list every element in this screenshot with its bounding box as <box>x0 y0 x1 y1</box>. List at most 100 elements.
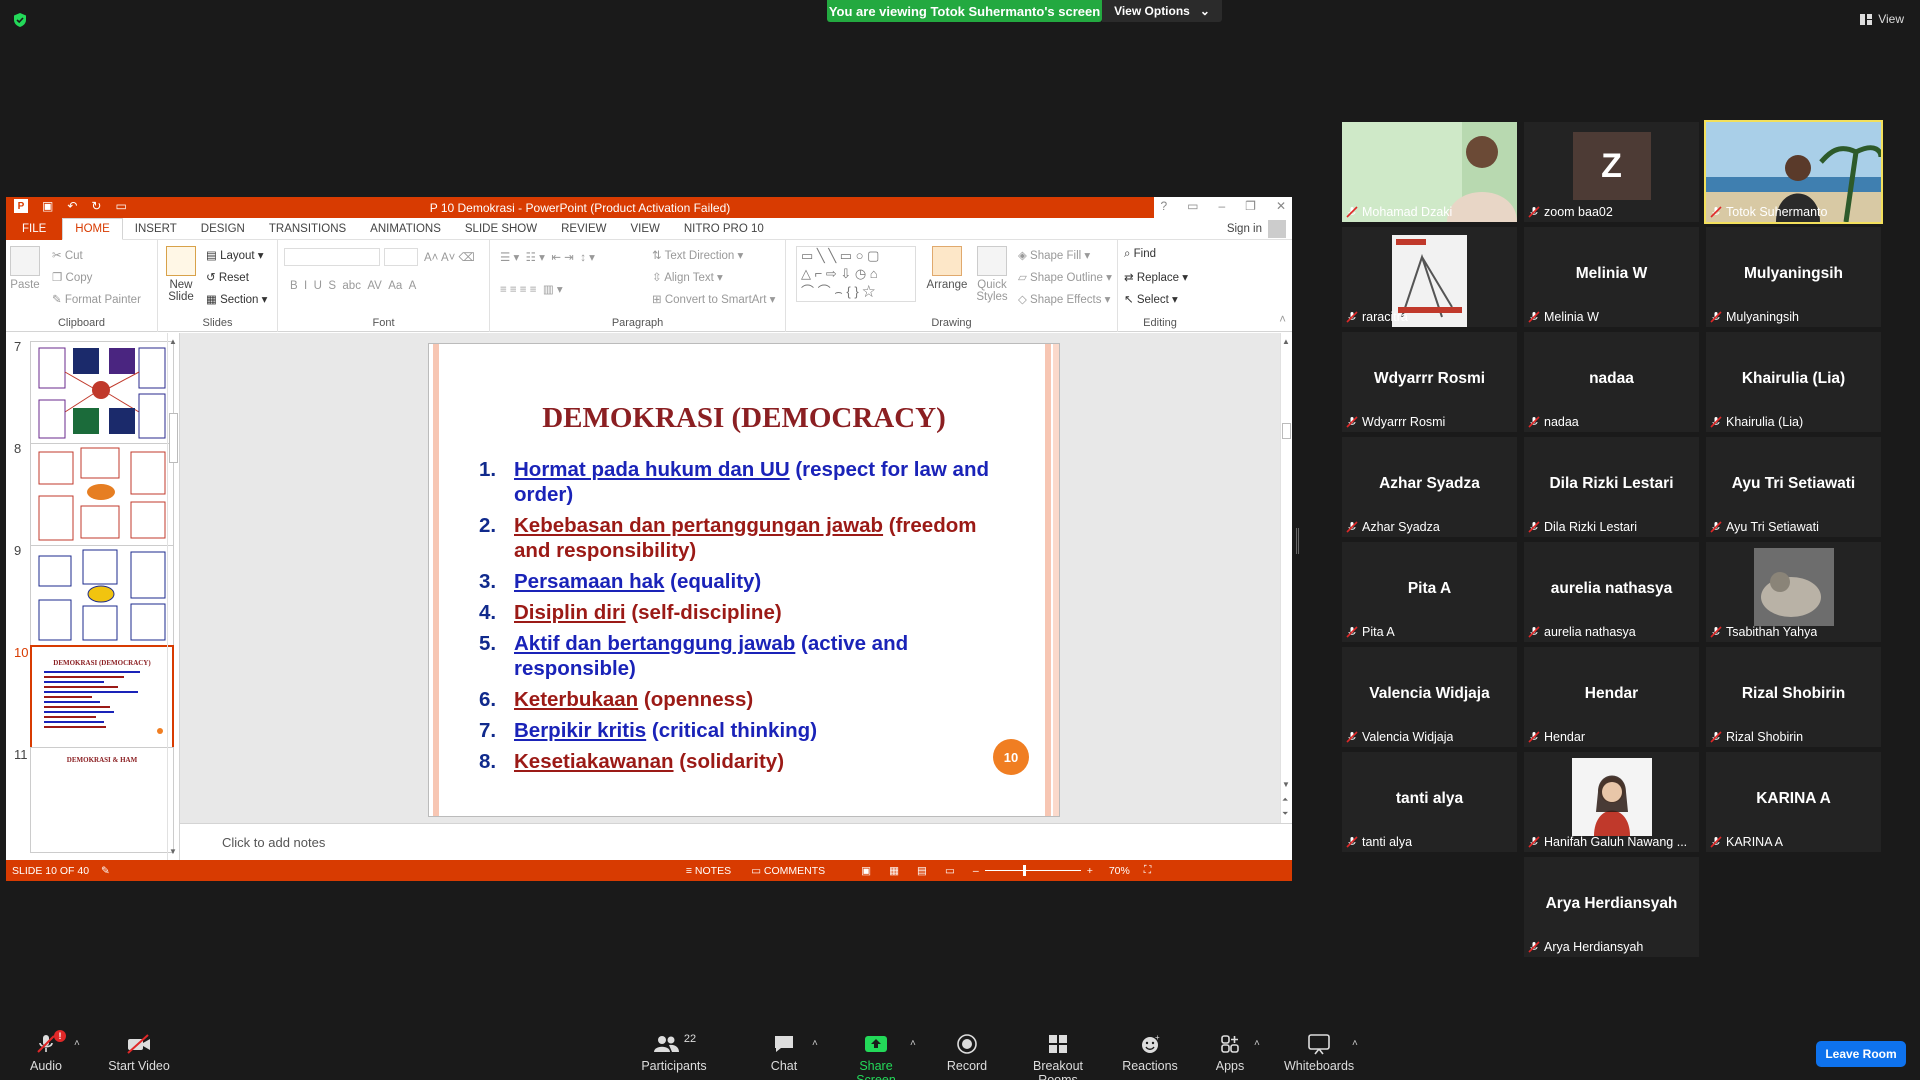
scroll-up-icon[interactable]: ▲ <box>1282 337 1290 346</box>
record-button[interactable]: Record <box>944 1032 990 1073</box>
save-icon[interactable]: ▣ <box>42 199 53 213</box>
thumbnails-scrollbar[interactable]: ▲ ▼ <box>167 333 179 860</box>
find-button[interactable]: ⌕ Find <box>1124 248 1156 261</box>
select-button[interactable]: ↖ Select ▾ <box>1124 292 1178 306</box>
font-format-icons[interactable]: B I U S abc AV Aa A <box>290 280 416 292</box>
comments-toggle[interactable]: ▭ COMMENTS <box>751 865 825 877</box>
format-painter-button[interactable]: ✎ Format Painter <box>52 292 141 306</box>
close-icon[interactable]: ✕ <box>1276 199 1286 213</box>
slideshow-icon[interactable]: ▭ <box>945 865 955 877</box>
chat-options-caret-icon[interactable]: ˄ <box>812 1038 818 1049</box>
participant-tile[interactable]: Pita A Pita A <box>1342 542 1517 642</box>
chat-button[interactable]: Chat <box>766 1032 802 1073</box>
participant-tile[interactable]: Valencia Widjaja Valencia Widjaja <box>1342 647 1517 747</box>
quick-styles-button[interactable]: Quick Styles <box>974 246 1010 303</box>
shapes-gallery[interactable]: ▭ ╲ ╲ ▭ ○ ▢ △ ⌐ ⇨ ⇩ ◷ ⌂ ⌒ ⌒ ⌢ { } ☆ <box>796 246 916 302</box>
participant-tile[interactable]: KARINA A KARINA A <box>1706 752 1881 852</box>
replace-button[interactable]: ⇄ Replace ▾ <box>1124 270 1188 284</box>
alignment-icons[interactable]: ≡ ≡ ≡ ≡ ▥ ▾ <box>500 282 563 296</box>
tab-animations[interactable]: ANIMATIONS <box>358 218 453 240</box>
scroll-down-icon[interactable]: ▼ <box>169 847 177 856</box>
shape-fill-button[interactable]: ◈ Shape Fill ▾ <box>1018 248 1090 262</box>
apps-button[interactable]: Apps <box>1212 1032 1248 1073</box>
reactions-button[interactable]: + Reactions <box>1122 1032 1178 1073</box>
leave-room-button[interactable]: Leave Room <box>1816 1041 1906 1067</box>
participant-tile[interactable]: nadaa nadaa <box>1524 332 1699 432</box>
view-options-button[interactable]: View Options ⌄ <box>1102 0 1222 22</box>
convert-smartart-button[interactable]: ⊞ Convert to SmartArt ▾ <box>652 292 775 306</box>
participant-tile[interactable]: Azhar Syadza Azhar Syadza <box>1342 437 1517 537</box>
tab-transitions[interactable]: TRANSITIONS <box>257 218 358 240</box>
notes-pane[interactable]: Click to add notes <box>180 823 1292 860</box>
tab-insert[interactable]: INSERT <box>123 218 189 240</box>
whiteboards-button[interactable]: Whiteboards <box>1284 1032 1354 1073</box>
redo-icon[interactable]: ↻ <box>91 199 101 213</box>
font-grow-shrink-icons[interactable]: A˄ A˅ ⌫ <box>424 250 475 264</box>
tab-file[interactable]: FILE <box>6 217 63 240</box>
tab-nitro-pro[interactable]: NITRO PRO 10 <box>672 218 776 240</box>
align-text-button[interactable]: ⇳ Align Text ▾ <box>652 270 723 284</box>
scroll-down-icon[interactable]: ▼ <box>1282 780 1290 789</box>
list-indent-icons[interactable]: ☰ ▾ ☷ ▾ ⇤ ⇥ ↕ ▾ <box>500 250 595 264</box>
shape-effects-button[interactable]: ◇ Shape Effects ▾ <box>1018 292 1110 306</box>
participant-tile[interactable]: Arya Herdiansyah Arya Herdiansyah <box>1524 857 1699 957</box>
next-slide-icon[interactable]: ⏷ <box>1282 809 1288 819</box>
section-button[interactable]: ▦ Section ▾ <box>206 292 267 306</box>
scroll-up-icon[interactable]: ▲ <box>169 337 177 346</box>
cut-button[interactable]: ✂ Cut <box>52 248 83 262</box>
participant-tile[interactable]: Khairulia (Lia) Khairulia (Lia) <box>1706 332 1881 432</box>
participant-tile[interactable]: tanti alya tanti alya <box>1342 752 1517 852</box>
arrange-button[interactable]: Arrange <box>926 246 968 291</box>
tab-view[interactable]: VIEW <box>618 218 671 240</box>
font-size-box[interactable] <box>384 248 418 266</box>
scrollbar-thumb[interactable] <box>169 413 178 463</box>
slide-thumbnail-11[interactable]: DEMOKRASI & HAM <box>30 747 174 853</box>
fit-to-window-icon[interactable]: ⛶ <box>1144 864 1151 877</box>
paste-button[interactable]: Paste <box>10 246 40 291</box>
editor-scrollbar[interactable]: ▲ ▼ ⏶ ⏷ <box>1280 333 1292 823</box>
shape-outline-button[interactable]: ▱ Shape Outline ▾ <box>1018 270 1112 284</box>
audio-options-caret-icon[interactable]: ˄ <box>74 1038 80 1049</box>
apps-options-caret-icon[interactable]: ˄ <box>1254 1038 1260 1049</box>
font-name-box[interactable] <box>284 248 380 266</box>
account-avatar[interactable] <box>1268 220 1286 238</box>
notes-toggle[interactable]: ≡ NOTES <box>686 865 731 877</box>
start-from-beginning-icon[interactable]: ▭ <box>115 199 126 213</box>
view-button[interactable]: View <box>1860 12 1904 26</box>
encryption-shield-icon[interactable] <box>12 12 28 28</box>
slide-thumbnail-7[interactable] <box>30 341 174 447</box>
participant-tile[interactable]: Rizal Shobirin Rizal Shobirin <box>1706 647 1881 747</box>
slide-thumbnail-10[interactable]: DEMOKRASI (DEMOCRACY) <box>30 645 174 751</box>
participant-tile[interactable]: Totok Suhermanto <box>1704 120 1883 224</box>
new-slide-button[interactable]: New Slide <box>164 246 198 303</box>
participant-tile[interactable]: Melinia W Melinia W <box>1524 227 1699 327</box>
participant-tile[interactable]: Zzoom baa02 <box>1524 122 1699 222</box>
reset-button[interactable]: ↺ Reset <box>206 270 249 284</box>
current-slide[interactable]: DEMOKRASI (DEMOCRACY) 1. Hormat pada huku… <box>428 343 1060 817</box>
tab-design[interactable]: DESIGN <box>189 218 257 240</box>
zoom-slider-thumb[interactable] <box>1022 865 1026 876</box>
panel-splitter[interactable] <box>1296 528 1299 554</box>
help-icon[interactable]: ? <box>1160 199 1167 213</box>
undo-icon[interactable]: ↶ <box>67 199 77 213</box>
participant-tile[interactable]: Wdyarrr Rosmi Wdyarrr Rosmi <box>1342 332 1517 432</box>
participant-tile[interactable]: raracitra <box>1342 227 1517 327</box>
normal-view-icon[interactable]: ▣ <box>861 865 871 877</box>
start-video-button[interactable]: Start Video <box>104 1032 174 1073</box>
share-options-caret-icon[interactable]: ˄ <box>910 1038 916 1049</box>
participant-tile[interactable]: Hendar Hendar <box>1524 647 1699 747</box>
share-screen-button[interactable]: Share Screen <box>838 1032 914 1080</box>
previous-slide-icon[interactable]: ⏶ <box>1282 795 1288 805</box>
breakout-rooms-button[interactable]: Breakout Rooms <box>1014 1032 1102 1080</box>
participant-tile[interactable]: Dila Rizki Lestari Dila Rizki Lestari <box>1524 437 1699 537</box>
participant-tile[interactable]: Mohamad Dzaki <box>1342 122 1517 222</box>
layout-button[interactable]: ▤ Layout ▾ <box>206 248 264 262</box>
participant-tile[interactable]: aurelia nathasya aurelia nathasya <box>1524 542 1699 642</box>
minimize-icon[interactable]: – <box>1218 199 1225 213</box>
participants-button[interactable]: 22 Participants <box>638 1032 710 1073</box>
tab-slide-show[interactable]: SLIDE SHOW <box>453 218 549 240</box>
zoom-slider[interactable] <box>984 865 1081 876</box>
audio-button[interactable]: ! Audio <box>28 1030 66 1073</box>
participant-tile[interactable]: Tsabithah Yahya <box>1706 542 1881 642</box>
ribbon-display-icon[interactable]: ▭ <box>1187 199 1198 213</box>
